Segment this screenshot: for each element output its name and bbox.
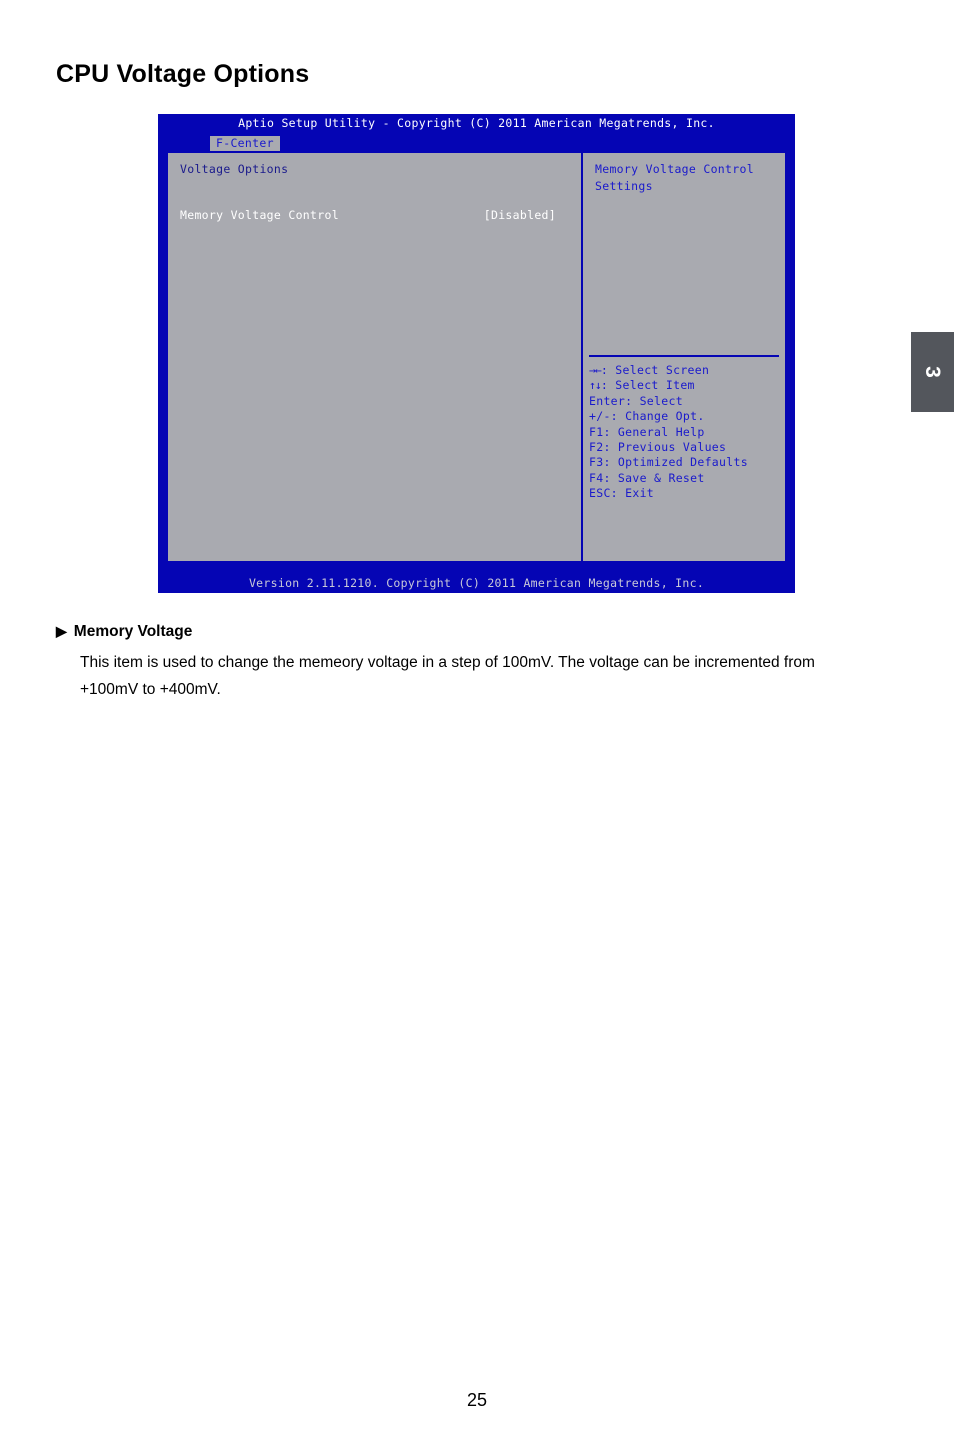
- nav-key-enter: Enter: Select: [589, 394, 781, 409]
- page-title: CPU Voltage Options: [56, 60, 310, 88]
- nav-key-text: : Select: [625, 393, 683, 408]
- nav-key-text: : Exit: [610, 486, 655, 501]
- nav-keys-list: →←: Select Screen ↑↓: Select Item Enter:…: [589, 363, 781, 502]
- nav-key-name: F3: [589, 455, 604, 470]
- arrow-left-right-icon: →←: [589, 363, 602, 377]
- option-label: Memory Voltage Control: [180, 208, 339, 222]
- chapter-tab-number: 3: [921, 366, 944, 378]
- nav-key-esc: ESC: Exit: [589, 486, 781, 501]
- nav-key-name: Enter: [589, 393, 626, 408]
- nav-key-select-item: ↑↓: Select Item: [589, 378, 781, 393]
- nav-key-name: F2: [589, 440, 604, 455]
- bios-footer: Version 2.11.1210. Copyright (C) 2011 Am…: [158, 573, 795, 593]
- nav-key-name: F4: [589, 470, 604, 485]
- nav-key-change-opt: +/-: Change Opt.: [589, 409, 781, 424]
- nav-key-f1: F1: General Help: [589, 425, 781, 440]
- nav-key-text: : Optimized Defaults: [603, 455, 748, 470]
- nav-key-text: : Change Opt.: [610, 409, 705, 424]
- nav-key-text: : Select Screen: [600, 363, 710, 377]
- nav-key-name: ESC: [589, 486, 611, 501]
- help-text: Memory Voltage Control Settings: [595, 161, 779, 195]
- nav-key-name: F1: [589, 424, 604, 439]
- help-divider: [589, 355, 779, 357]
- description-heading-text: Memory Voltage: [73, 623, 193, 640]
- description-body: This item is used to change the memeory …: [80, 654, 815, 698]
- nav-key-text: : Select Item: [600, 378, 695, 393]
- nav-key-select-screen: →←: Select Screen: [589, 363, 781, 378]
- nav-key-f4: F4: Save & Reset: [589, 471, 781, 486]
- nav-key-text: : General Help: [603, 424, 705, 439]
- nav-key-text: : Save & Reset: [603, 470, 705, 485]
- arrow-up-down-icon: ↑↓: [589, 378, 602, 393]
- bios-right-panel: Memory Voltage Control Settings →←: Sele…: [581, 153, 785, 561]
- bios-screenshot: Aptio Setup Utility - Copyright (C) 2011…: [158, 114, 795, 593]
- page-number: 25: [466, 1390, 488, 1410]
- chapter-tab: 3: [911, 332, 954, 412]
- description-heading: ▶ Memory Voltage: [56, 620, 876, 643]
- bios-body: Voltage Options Memory Voltage Control […: [166, 151, 787, 563]
- tab-f-center[interactable]: F-Center: [210, 136, 280, 151]
- nav-key-f3: F3: Optimized Defaults: [589, 455, 781, 470]
- nav-key-text: : Previous Values: [603, 440, 727, 455]
- bios-tab-row: F-Center: [158, 132, 795, 151]
- bios-left-panel: Voltage Options Memory Voltage Control […: [168, 153, 581, 561]
- bios-titlebar: Aptio Setup Utility - Copyright (C) 2011…: [158, 114, 795, 132]
- help-text-line-1: Memory Voltage Control: [595, 162, 754, 176]
- section-title-voltage-options: Voltage Options: [180, 162, 289, 176]
- nav-key-f2: F2: Previous Values: [589, 440, 781, 455]
- description-block: ▶ Memory Voltage This item is used to cha…: [56, 620, 876, 703]
- option-value[interactable]: [Disabled]: [484, 207, 570, 224]
- help-text-line-2: Settings: [595, 179, 653, 193]
- triangle-right-icon: ▶: [56, 623, 67, 639]
- option-row-memory-voltage-control[interactable]: Memory Voltage Control [Disabled]: [180, 207, 570, 224]
- nav-key-name: +/-: [589, 409, 611, 424]
